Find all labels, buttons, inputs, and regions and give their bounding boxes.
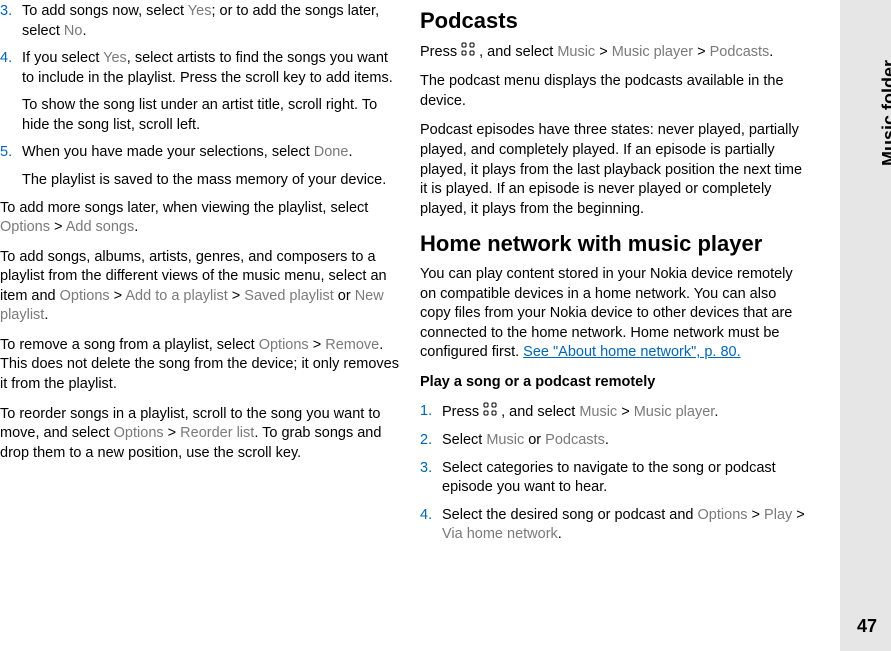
step-sub: The playlist is saved to the mass memory… (22, 171, 400, 191)
step-number: 4. (420, 506, 442, 545)
menu-remove: Remove (325, 337, 379, 353)
step-number: 5. (0, 143, 22, 190)
menu-music: Music (486, 432, 524, 448)
step-number: 3. (0, 2, 22, 41)
menu-key-icon (461, 42, 475, 63)
step-text: When you have made your selections, sele… (22, 143, 400, 190)
list-item: 2. Select Music or Podcasts. (420, 431, 810, 451)
menu-via-home-network: Via home network (442, 526, 558, 542)
option-yes: Yes (103, 50, 127, 66)
menu-options: Options (60, 288, 110, 304)
step-text: If you select Yes, select artists to fin… (22, 49, 400, 135)
paragraph: To add songs, albums, artists, genres, a… (0, 248, 400, 326)
list-item: 4. If you select Yes, select artists to … (0, 49, 400, 135)
menu-options: Options (114, 425, 164, 441)
step-sub: To show the song list under an artist ti… (22, 96, 400, 135)
step-text: Press , and select Music > Music player. (442, 402, 810, 423)
step-number: 2. (420, 431, 442, 451)
menu-add-songs: Add songs (66, 219, 135, 235)
option-yes: Yes (188, 3, 212, 19)
menu-music-player: Music player (634, 404, 715, 420)
menu-options: Options (698, 507, 748, 523)
step-number: 3. (420, 459, 442, 498)
section-label: Music folder (879, 60, 891, 166)
step-text: Select Music or Podcasts. (442, 431, 810, 451)
menu-podcasts: Podcasts (545, 432, 605, 448)
heading-home-network: Home network with music player (420, 229, 810, 259)
heading-podcasts: Podcasts (420, 6, 810, 36)
paragraph: Podcast episodes have three states: neve… (420, 121, 810, 219)
paragraph: To reorder songs in a playlist, scroll t… (0, 405, 400, 464)
step-text: Select the desired song or podcast and O… (442, 506, 810, 545)
menu-add-to-playlist: Add to a playlist (125, 288, 227, 304)
option-done: Done (314, 144, 349, 160)
option-no: No (64, 23, 83, 39)
menu-saved-playlist: Saved playlist (244, 288, 333, 304)
step-number: 4. (0, 49, 22, 135)
paragraph: You can play content stored in your Noki… (420, 265, 810, 363)
paragraph: To add more songs later, when viewing th… (0, 199, 400, 238)
page-number: 47 (857, 616, 877, 637)
paragraph: The podcast menu displays the podcasts a… (420, 72, 810, 111)
menu-music: Music (557, 44, 595, 60)
paragraph: Press , and select Music > Music player … (420, 42, 810, 63)
step-text: Select categories to navigate to the son… (442, 459, 810, 498)
menu-options: Options (259, 337, 309, 353)
list-item: 3. Select categories to navigate to the … (420, 459, 810, 498)
left-column: 3. To add songs now, select Yes; or to a… (0, 0, 410, 555)
list-item: 5. When you have made your selections, s… (0, 143, 400, 190)
right-column: Podcasts Press , and select Music > Musi… (410, 0, 820, 555)
list-item: 4. Select the desired song or podcast an… (420, 506, 810, 545)
menu-podcasts: Podcasts (710, 44, 770, 60)
menu-key-icon (483, 402, 497, 423)
cross-ref-link[interactable]: See "About home network", p. 80. (523, 344, 740, 360)
paragraph: To remove a song from a playlist, select… (0, 336, 400, 395)
list-item: 1. Press , and select Music > Music play… (420, 402, 810, 423)
menu-music-player: Music player (612, 44, 693, 60)
steps-list-continued: 3. To add songs now, select Yes; or to a… (0, 2, 400, 191)
remote-play-steps: 1. Press , and select Music > Music play… (420, 402, 810, 544)
step-number: 1. (420, 402, 442, 423)
page-content: 3. To add songs now, select Yes; or to a… (0, 0, 840, 555)
menu-options: Options (0, 219, 50, 235)
menu-play: Play (764, 507, 792, 523)
menu-music: Music (579, 404, 617, 420)
menu-reorder-list: Reorder list (180, 425, 254, 441)
step-text: To add songs now, select Yes; or to add … (22, 2, 400, 41)
heading-play-remotely: Play a song or a podcast remotely (420, 373, 810, 393)
list-item: 3. To add songs now, select Yes; or to a… (0, 2, 400, 41)
